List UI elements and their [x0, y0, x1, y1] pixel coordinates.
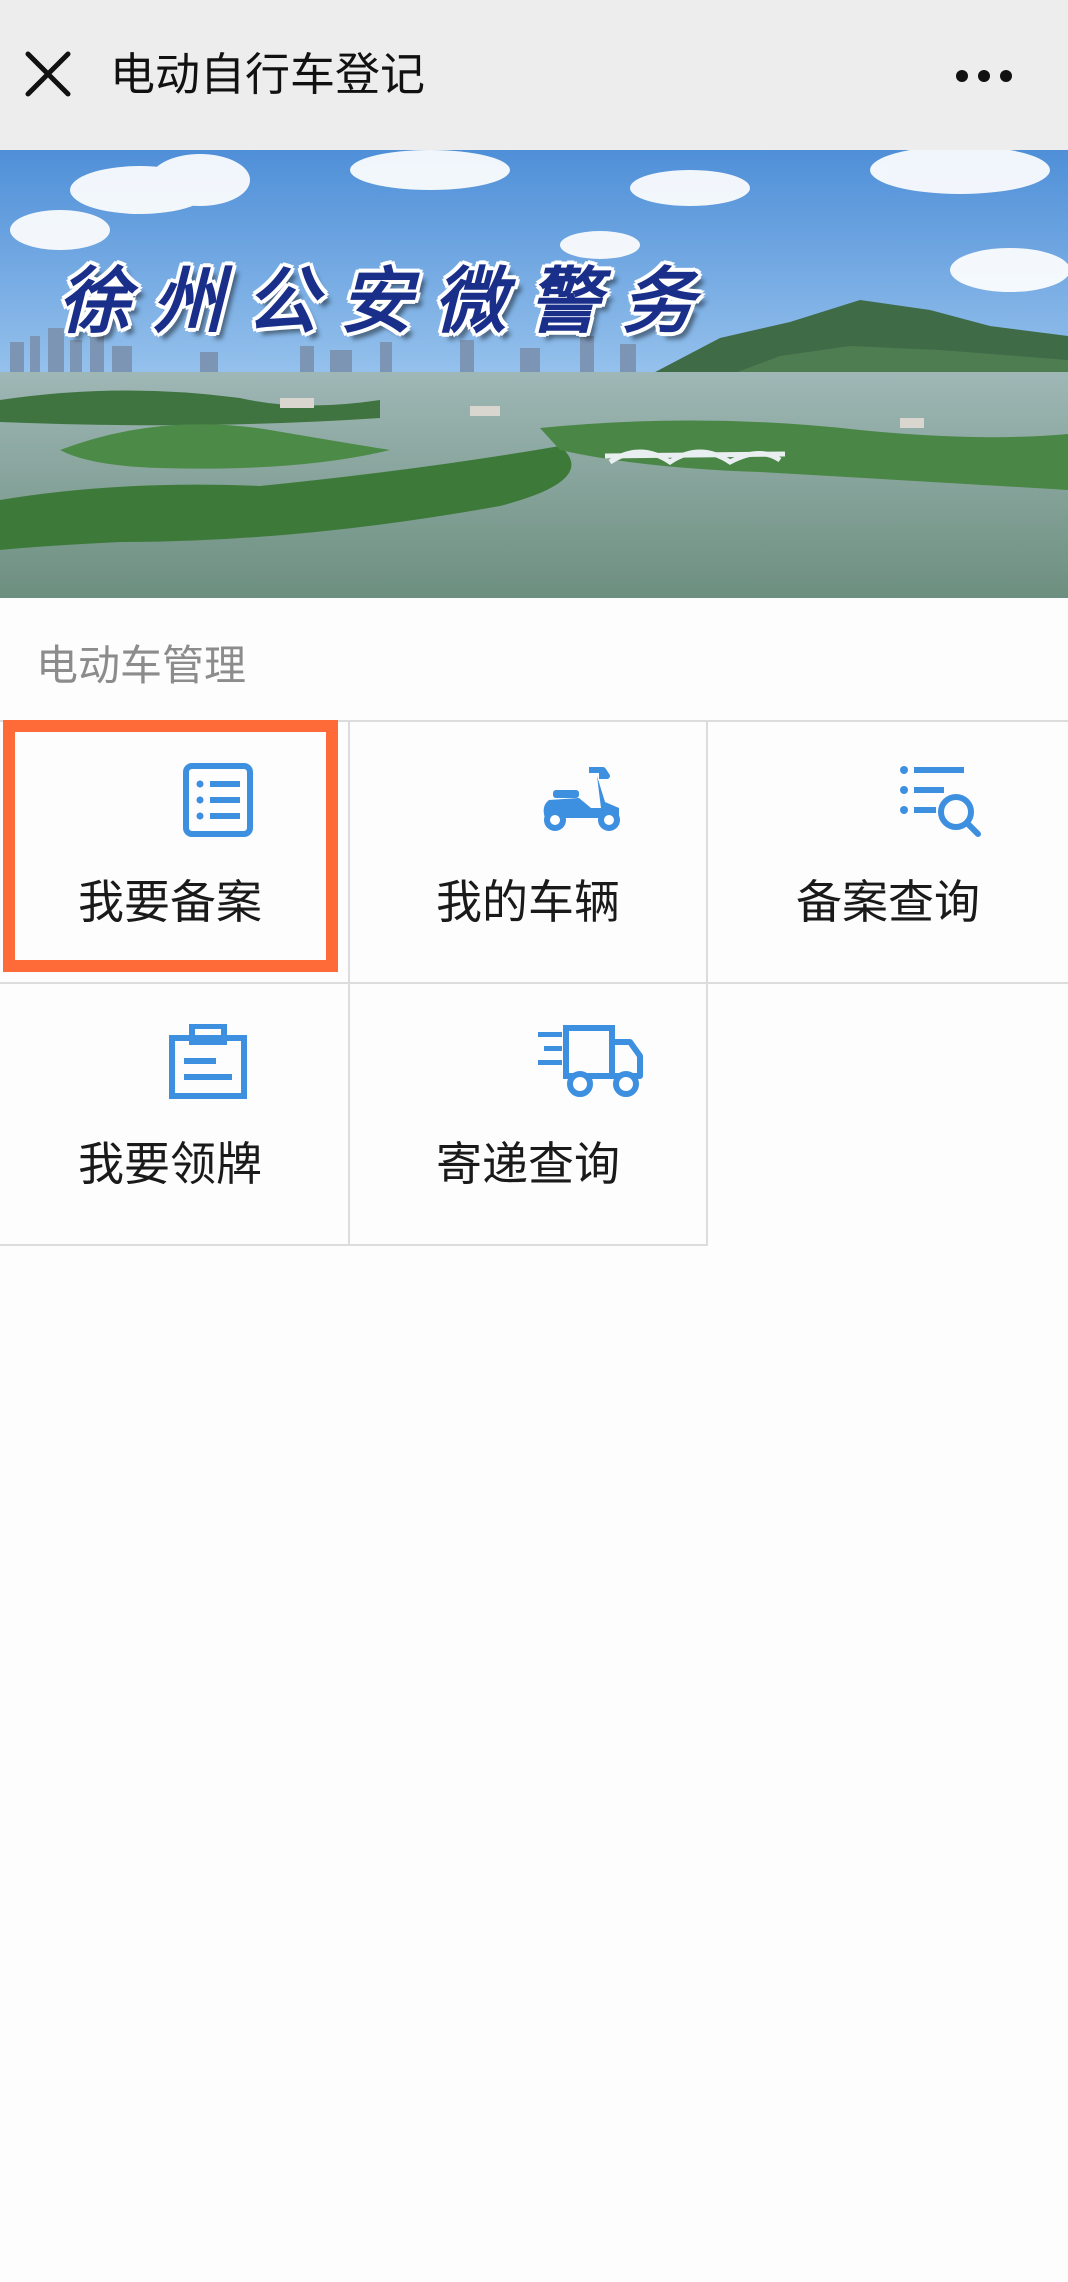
menu-item-label: 备案查询 — [796, 875, 980, 929]
menu-item-label: 我的车辆 — [436, 875, 620, 929]
grid-divider — [0, 1244, 708, 1246]
menu-item-my-vehicles[interactable]: 我的车辆 — [350, 722, 706, 982]
menu-grid: 我要备案 我的车辆 备案查询 我要领牌 寄递查询 — [0, 720, 1068, 1248]
banner-image: 徐州公安微警务 — [0, 150, 1068, 598]
id-card-icon — [169, 1024, 247, 1099]
list-search-icon — [900, 766, 981, 837]
banner-title: 徐州公安微警务 — [58, 258, 717, 343]
section-title: 电动车管理 — [36, 641, 247, 690]
menu-item-label: 寄递查询 — [436, 1137, 620, 1191]
delivery-truck-icon — [538, 1025, 643, 1097]
more-icon — [956, 70, 1012, 82]
close-button[interactable] — [18, 44, 78, 104]
menu-item-record-query[interactable]: 备案查询 — [708, 722, 1068, 982]
page-title: 电动自行车登记 — [110, 48, 426, 101]
menu-item-get-plate[interactable]: 我要领牌 — [0, 984, 348, 1244]
menu-item-delivery-query[interactable]: 寄递查询 — [350, 984, 706, 1244]
menu-item-label: 我要领牌 — [78, 1137, 262, 1191]
form-list-icon — [183, 763, 253, 837]
close-icon — [25, 51, 71, 97]
menu-item-register[interactable]: 我要备案 — [0, 722, 348, 982]
more-button[interactable] — [948, 56, 1020, 96]
top-bar: 电动自行车登记 — [0, 0, 1068, 150]
banner-landscape — [0, 150, 1068, 598]
menu-item-label: 我要备案 — [78, 875, 262, 929]
scooter-icon — [543, 767, 620, 831]
